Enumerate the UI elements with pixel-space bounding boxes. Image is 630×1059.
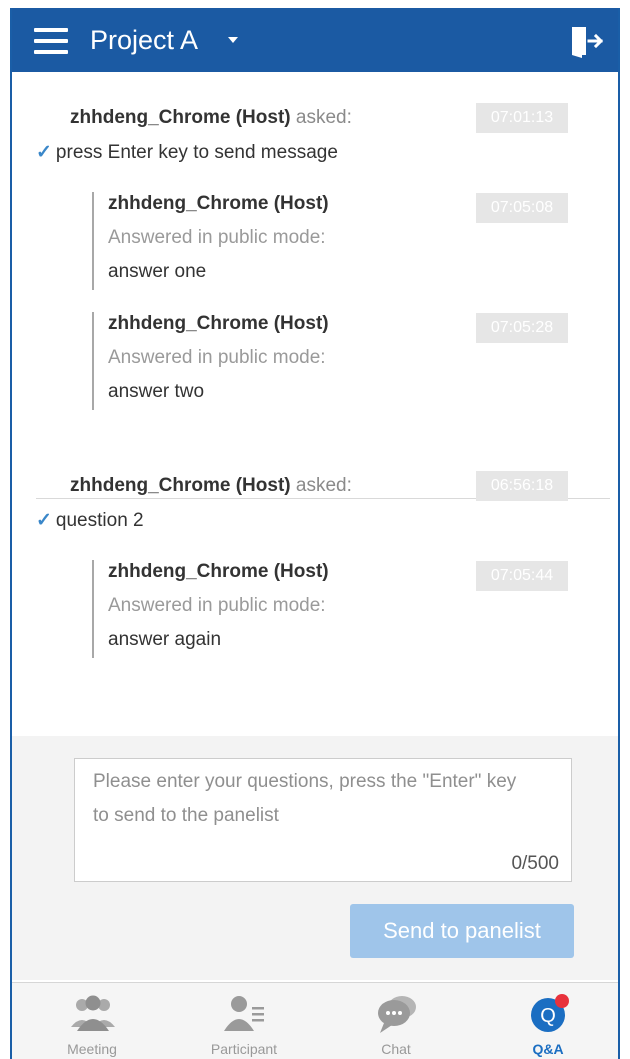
tab-label: Chat xyxy=(381,1041,411,1057)
question-input[interactable]: Please enter your questions, press the "… xyxy=(74,758,572,882)
tab-meeting[interactable]: Meeting xyxy=(32,983,152,1059)
answer-time-badge: 07:05:08 xyxy=(476,193,568,223)
question-author: zhhdeng_Chrome (Host) asked: xyxy=(70,475,352,496)
question-time-badge: 06:56:18 xyxy=(476,471,568,501)
check-icon: ✓ xyxy=(36,142,52,163)
svg-text:Q: Q xyxy=(540,1005,556,1027)
answer-author: zhhdeng_Chrome (Host) xyxy=(108,313,329,334)
answer-item: zhhdeng_Chrome (Host) Answered in public… xyxy=(92,192,574,290)
character-counter: 0/500 xyxy=(511,853,559,874)
answer-text: answer one xyxy=(108,261,207,282)
tab-participant[interactable]: Participant xyxy=(184,983,304,1059)
participant-icon xyxy=(224,996,264,1031)
bottom-tab-bar: Meeting Participant Chat Q Q&A xyxy=(12,982,618,1059)
answer-time-badge: 07:05:28 xyxy=(476,313,568,343)
question-input-placeholder: Please enter your questions, press the "… xyxy=(93,771,517,826)
answer-item: zhhdeng_Chrome (Host) Answered in public… xyxy=(92,312,574,410)
answer-item: zhhdeng_Chrome (Host) Answered in public… xyxy=(92,560,574,658)
tab-label: Q&A xyxy=(532,1041,564,1057)
chat-icon xyxy=(378,996,416,1033)
answer-author: zhhdeng_Chrome (Host) xyxy=(108,561,329,582)
hamburger-menu-icon[interactable] xyxy=(34,28,68,54)
answer-time-badge: 07:05:44 xyxy=(476,561,568,591)
project-title[interactable]: Project A xyxy=(90,24,198,56)
exit-icon[interactable] xyxy=(570,24,604,58)
tab-qa[interactable]: Q Q&A xyxy=(488,983,608,1059)
question-input-area: Please enter your questions, press the "… xyxy=(12,736,618,980)
answer-text: answer again xyxy=(108,629,222,650)
dropdown-caret-icon[interactable] xyxy=(228,37,238,43)
qa-panel: Project A zhhdeng_Chrome (Host) asked: 0… xyxy=(10,8,620,1059)
answer-mode: Answered in public mode: xyxy=(108,347,326,368)
qa-icon: Q xyxy=(531,994,569,1032)
tab-label: Meeting xyxy=(67,1041,117,1057)
answer-mode: Answered in public mode: xyxy=(108,595,326,616)
meeting-icon xyxy=(71,995,115,1031)
question-text: ✓ press Enter key to send message xyxy=(36,142,338,163)
question-time-badge: 07:01:13 xyxy=(476,103,568,133)
qa-list: zhhdeng_Chrome (Host) asked: 07:01:13 ✓ p… xyxy=(12,72,618,736)
question-author: zhhdeng_Chrome (Host) asked: xyxy=(70,107,352,128)
check-icon: ✓ xyxy=(36,510,52,531)
answer-author: zhhdeng_Chrome (Host) xyxy=(108,193,329,214)
answer-mode: Answered in public mode: xyxy=(108,227,326,248)
answer-text: answer two xyxy=(108,381,205,402)
tab-label: Participant xyxy=(210,1041,278,1057)
send-to-panelist-button[interactable]: Send to panelist xyxy=(350,904,574,958)
header-bar: Project A xyxy=(12,8,618,72)
question-text: ✓ question 2 xyxy=(36,510,144,531)
tab-chat[interactable]: Chat xyxy=(336,983,456,1059)
notification-dot xyxy=(555,994,569,1008)
